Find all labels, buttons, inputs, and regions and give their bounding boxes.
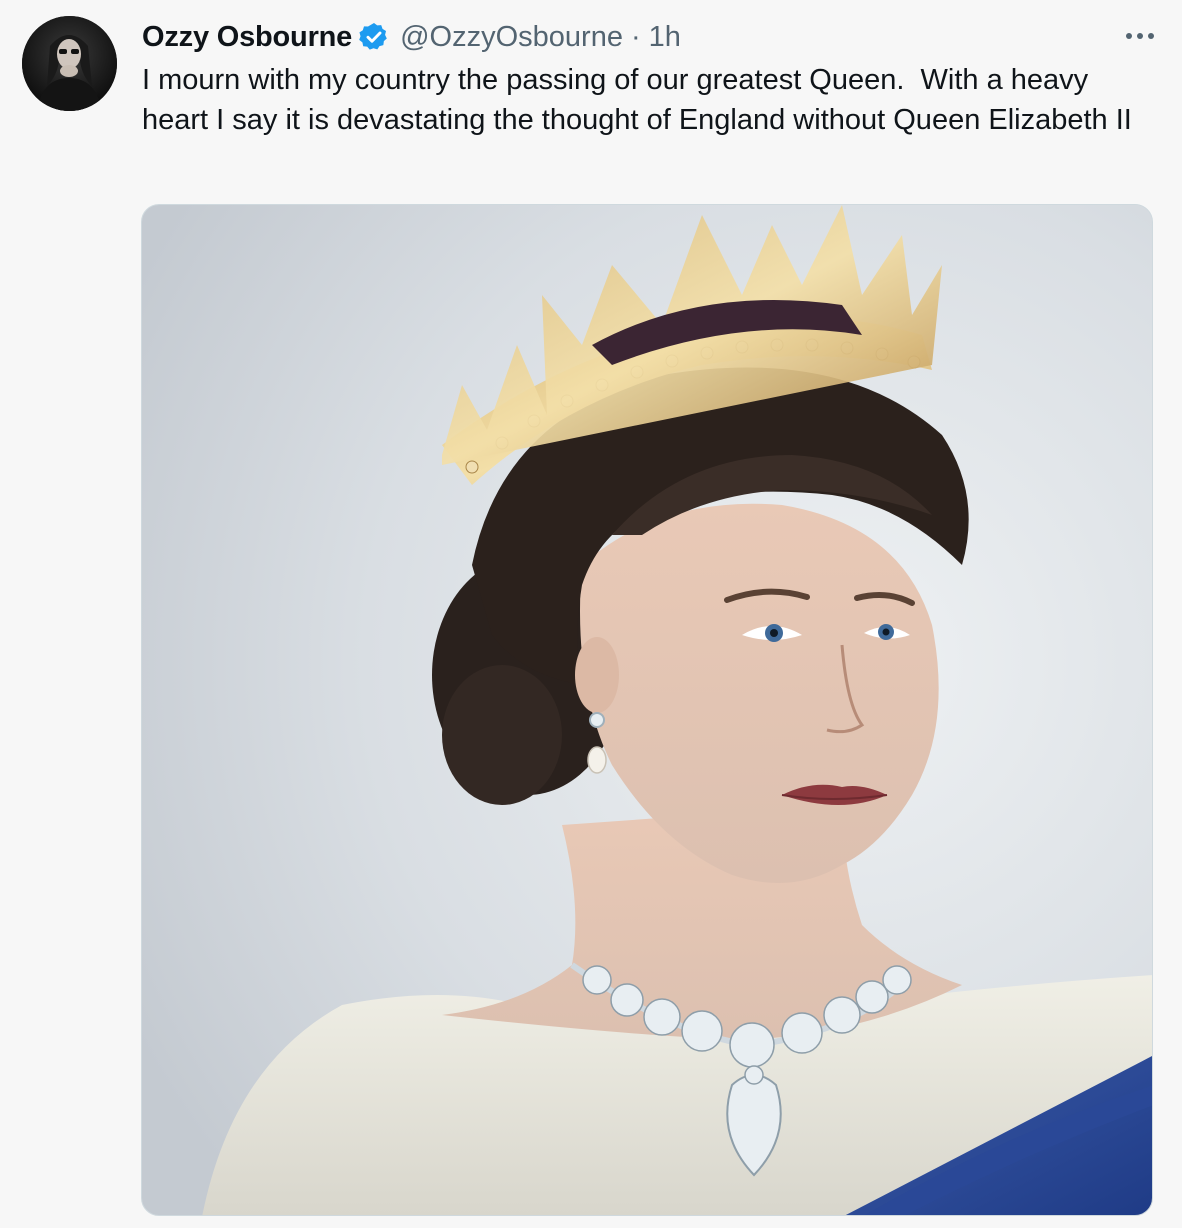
- separator-dot: ·: [630, 20, 641, 53]
- tweet-header: Ozzy Osbourne @OzzyOsbourne · 1h: [142, 18, 681, 56]
- verified-badge-icon: [358, 21, 390, 53]
- display-name[interactable]: Ozzy Osbourne: [142, 21, 352, 54]
- timestamp[interactable]: 1h: [649, 21, 681, 54]
- handle[interactable]: @OzzyOsbourne: [400, 21, 623, 54]
- tweet-text: I mourn with my country the passing of o…: [142, 64, 1132, 136]
- portrait-image: [142, 205, 1152, 1215]
- avatar[interactable]: [22, 16, 117, 111]
- more-options-button[interactable]: [1122, 22, 1158, 50]
- avatar-image: [22, 16, 117, 111]
- tweet-photo[interactable]: [141, 204, 1153, 1216]
- more-horizontal-icon: [1126, 33, 1154, 39]
- tweet[interactable]: Ozzy Osbourne @OzzyOsbourne · 1h I mourn…: [0, 0, 1182, 1228]
